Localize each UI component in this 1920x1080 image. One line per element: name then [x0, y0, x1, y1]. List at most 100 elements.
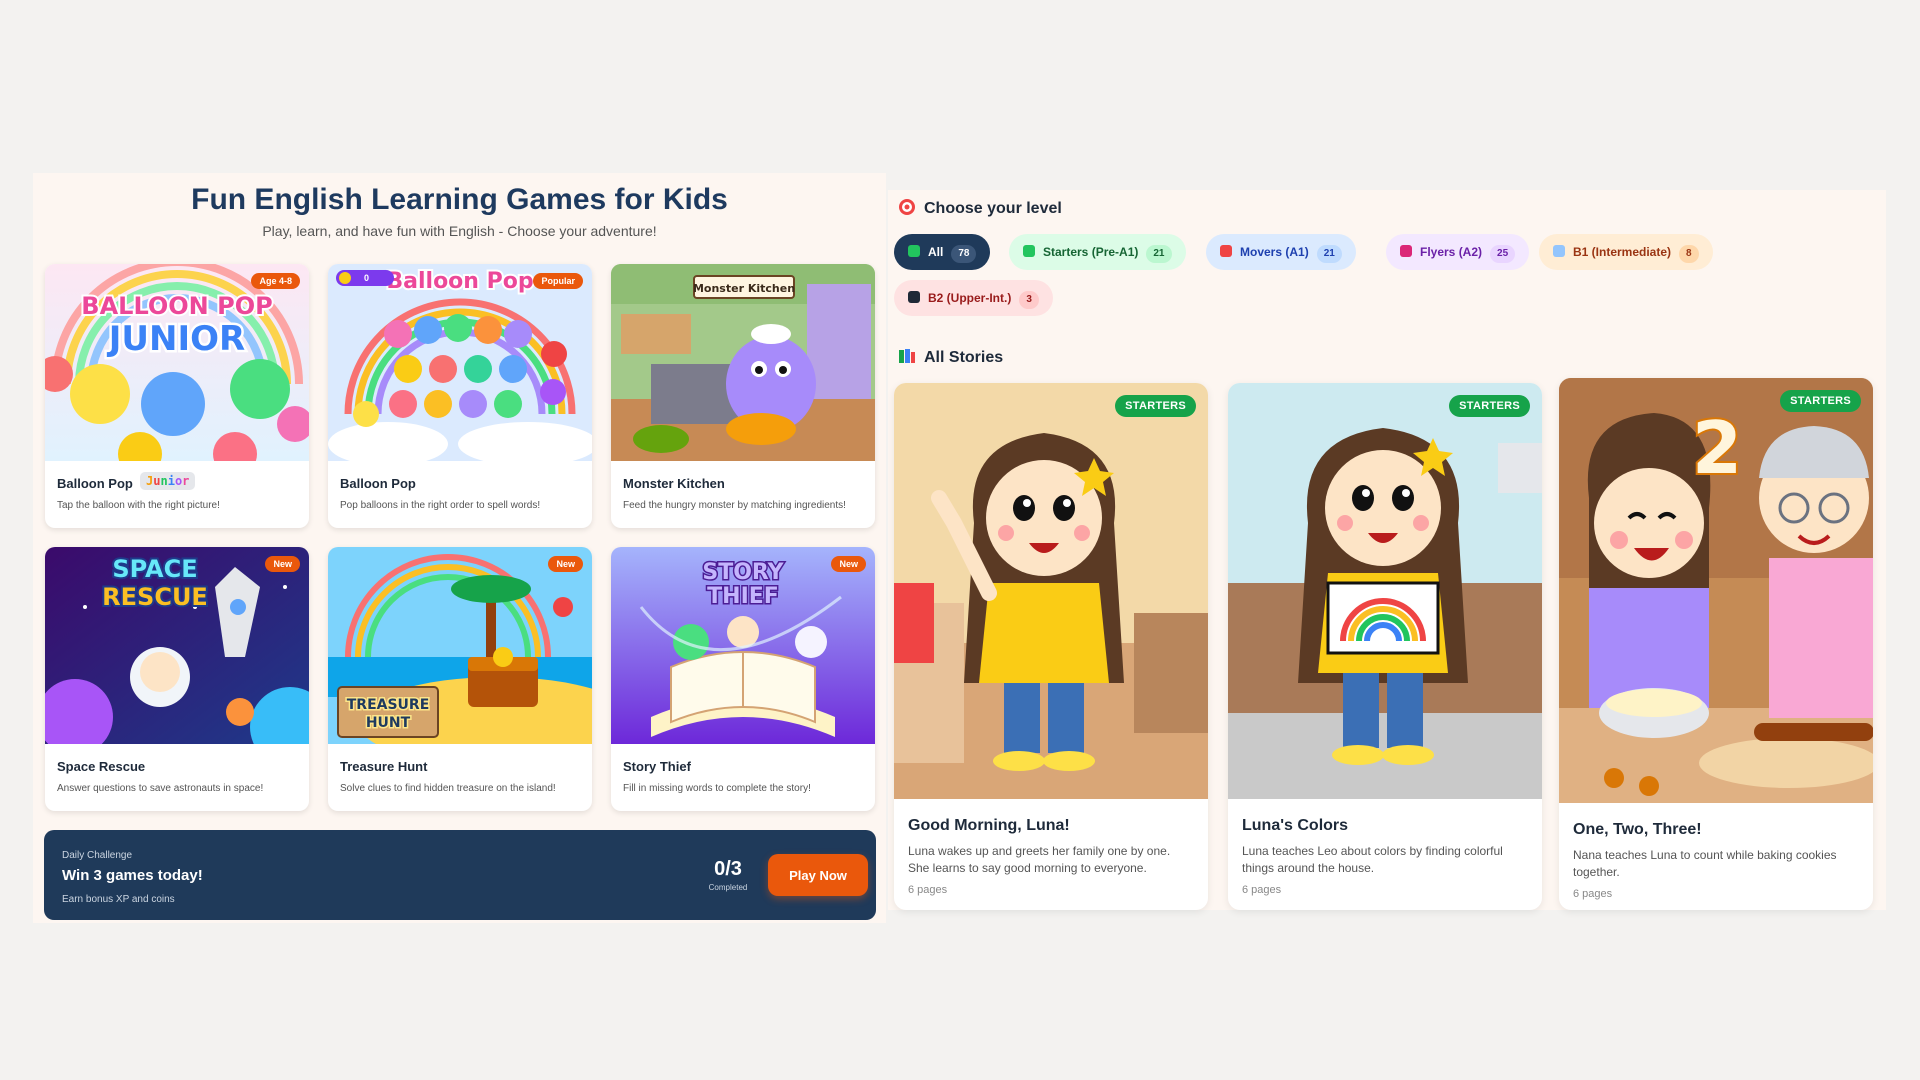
- level-badge: STARTERS: [1780, 390, 1861, 412]
- coin-counter: 0: [336, 270, 394, 286]
- level-label: B1 (Intermediate): [1573, 245, 1672, 259]
- level-icon: [1553, 245, 1565, 257]
- game-name: Balloon Pop: [340, 476, 416, 491]
- age-badge: Age 4-8: [251, 273, 300, 289]
- daily-challenge-subtitle: Earn bonus XP and coins: [62, 894, 175, 905]
- story-description: Luna teaches Leo about colors by finding…: [1242, 844, 1503, 875]
- svg-text:STORY: STORY: [702, 560, 784, 585]
- story-pages: 6 pages: [908, 884, 948, 896]
- progress-label: Completed: [708, 883, 748, 892]
- level-label: Flyers (A2): [1420, 245, 1483, 259]
- svg-text:2: 2: [1692, 406, 1742, 490]
- game-name: Story Thief: [623, 759, 691, 774]
- level-count: 8: [1679, 245, 1699, 263]
- game-thumbnail: Balloon Pop: [328, 264, 592, 461]
- svg-text:THIEF: THIEF: [707, 584, 779, 609]
- level-chip-starters-pre-a1[interactable]: Starters (Pre-A1) 21: [1009, 234, 1186, 270]
- game-card-treasure-hunt[interactable]: TREASURE HUNT New Treasure Hunt Solve cl…: [328, 547, 592, 811]
- svg-text:Monster Kitchen: Monster Kitchen: [693, 282, 795, 295]
- game-name: Monster Kitchen: [623, 476, 725, 491]
- story-pages: 6 pages: [1242, 884, 1282, 896]
- game-description: Solve clues to find hidden treasure on t…: [340, 783, 556, 794]
- level-icon: [1023, 245, 1035, 257]
- story-pages: 6 pages: [1573, 888, 1613, 900]
- level-heading: Choose your level: [898, 198, 1062, 218]
- game-card-monster-kitchen[interactable]: Monster Kitchen Monster Kitchen Feed the…: [611, 264, 875, 528]
- game-thumbnail: Monster Kitchen: [611, 264, 875, 461]
- level-icon: [1400, 245, 1412, 257]
- new-badge: New: [831, 556, 866, 572]
- level-chip-all[interactable]: All 78: [894, 234, 991, 270]
- game-description: Tap the balloon with the right picture!: [57, 500, 220, 511]
- level-count: 21: [1146, 245, 1172, 263]
- page-subtitle: Play, learn, and have fun with English -…: [262, 223, 657, 239]
- game-card-balloon-pop-junior[interactable]: BALLOON POP JUNIOR Age 4-8 Balloon Pop J…: [45, 264, 309, 528]
- level-chip-movers-a1[interactable]: Movers (A1) 21: [1206, 234, 1356, 270]
- svg-text:RESCUE: RESCUE: [102, 583, 208, 611]
- daily-challenge-title: Win 3 games today!: [62, 867, 203, 884]
- level-icon: [1220, 245, 1232, 257]
- new-badge: New: [548, 556, 583, 572]
- level-chip-b1-intermediate[interactable]: B1 (Intermediate) 8: [1539, 234, 1713, 270]
- svg-text:JUNIOR: JUNIOR: [107, 319, 245, 359]
- level-badge: STARTERS: [1115, 395, 1196, 417]
- story-card[interactable]: STARTERS Good Morning, Luna! Luna wakes …: [894, 383, 1208, 910]
- level-chip-flyers-a2[interactable]: Flyers (A2) 25: [1386, 234, 1530, 270]
- svg-text:BALLOON POP: BALLOON POP: [81, 292, 272, 320]
- story-title: Luna's Colors: [1242, 817, 1349, 834]
- game-name: Space Rescue: [57, 759, 146, 774]
- page-title: Fun English Learning Games for Kids: [191, 183, 728, 216]
- junior-tag: Junior: [140, 472, 196, 490]
- level-label: Movers (A1): [1240, 245, 1309, 259]
- level-label: All: [928, 245, 944, 259]
- play-now-button[interactable]: Play Now: [768, 854, 868, 896]
- game-card-space-rescue[interactable]: SPACE RESCUE New Space Rescue Answer que…: [45, 547, 309, 811]
- story-illustration: 2: [1559, 378, 1873, 803]
- game-description: Answer questions to save astronauts in s…: [57, 783, 264, 794]
- story-description: Nana teaches Luna to count while baking …: [1573, 848, 1837, 879]
- game-name: Balloon Pop: [57, 476, 133, 491]
- level-label: B2 (Upper-Int.): [928, 291, 1012, 305]
- challenge-progress: 0/3 Completed: [706, 858, 750, 892]
- svg-text:Balloon Pop: Balloon Pop: [386, 269, 533, 294]
- game-thumbnail: SPACE RESCUE: [45, 547, 309, 744]
- level-count: 25: [1490, 245, 1516, 263]
- level-count: 3: [1019, 291, 1039, 309]
- game-thumbnail: STORY THIEF: [611, 547, 875, 744]
- story-title: One, Two, Three!: [1573, 821, 1702, 838]
- stories-panel: Choose your level All 78 Starters (Pre-A1)…: [888, 190, 1886, 910]
- new-badge: New: [265, 556, 300, 572]
- story-card[interactable]: 2 STARTERS One, Two, Three! Nana teaches…: [1559, 378, 1873, 910]
- daily-challenge-eyebrow: Daily Challenge: [62, 850, 133, 861]
- popular-badge: Popular: [533, 273, 583, 289]
- games-panel: Fun English Learning Games for Kids Play…: [33, 173, 886, 923]
- svg-text:SPACE: SPACE: [112, 555, 197, 583]
- stories-heading: All Stories: [898, 347, 1003, 367]
- coin-icon: [339, 272, 351, 284]
- level-badge: STARTERS: [1449, 395, 1530, 417]
- game-description: Feed the hungry monster by matching ingr…: [623, 500, 846, 511]
- story-card[interactable]: STARTERS Luna's Colors Luna teaches Leo …: [1228, 383, 1542, 910]
- books-icon: [899, 349, 915, 363]
- svg-text:HUNT: HUNT: [366, 715, 411, 731]
- game-name: Treasure Hunt: [340, 759, 428, 774]
- daily-challenge-banner: Daily Challenge Win 3 games today! Earn …: [44, 830, 876, 920]
- story-description: Luna wakes up and greets her family one …: [908, 844, 1171, 875]
- level-count: 78: [951, 245, 977, 263]
- level-icon: [908, 245, 920, 257]
- svg-text:TREASURE: TREASURE: [347, 697, 430, 713]
- story-illustration: [894, 383, 1208, 799]
- game-description: Fill in missing words to complete the st…: [623, 783, 811, 794]
- game-thumbnail: TREASURE HUNT: [328, 547, 592, 744]
- game-thumbnail: BALLOON POP JUNIOR: [45, 264, 309, 461]
- level-chip-b2-upper-int[interactable]: B2 (Upper-Int.) 3: [894, 280, 1053, 316]
- level-count: 21: [1316, 245, 1342, 263]
- level-label: Starters (Pre-A1): [1043, 245, 1139, 259]
- game-card-story-thief[interactable]: STORY THIEF New Story Thief Fill in miss…: [611, 547, 875, 811]
- game-card-balloon-pop[interactable]: Balloon Pop 0 Popular Balloon Pop Pop ba…: [328, 264, 592, 528]
- target-icon: [899, 199, 915, 215]
- story-title: Good Morning, Luna!: [908, 817, 1070, 834]
- level-icon: [908, 291, 920, 303]
- progress-value: 0/3: [714, 858, 742, 880]
- story-illustration: [1228, 383, 1542, 799]
